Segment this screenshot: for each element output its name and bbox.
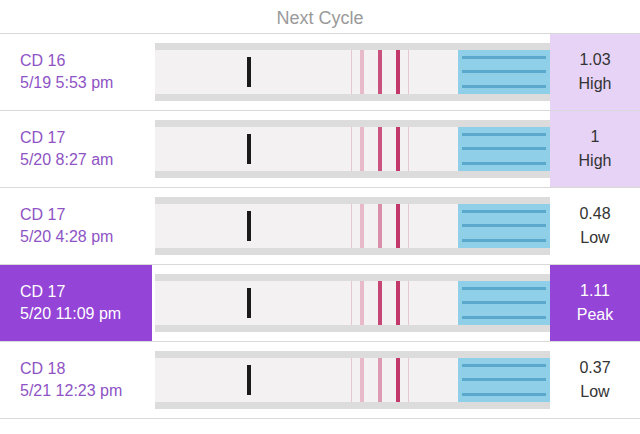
test-row[interactable]: CD 165/19 5:53 pm 1.03High xyxy=(0,34,640,111)
lh-ratio: 1.11 xyxy=(580,279,610,303)
lh-result: Peak xyxy=(577,303,613,327)
test-datetime: 5/19 5:53 pm xyxy=(20,72,152,94)
test-row[interactable]: CD 175/20 8:27 am 1High xyxy=(0,111,640,188)
test-row[interactable]: CD 175/20 11:09 pm 1.11Peak xyxy=(0,265,640,342)
test-datetime: 5/20 11:09 pm xyxy=(20,303,152,325)
lh-test-list: Next CycleCD 165/19 5:53 pm1.03HighCD 17… xyxy=(0,0,640,434)
section-header: Next Cycle xyxy=(0,0,640,34)
date-cell: CD 185/21 12:23 pm xyxy=(0,342,152,418)
test-row[interactable]: CD 175/20 4:28 pm 0.48Low xyxy=(0,188,640,265)
lh-result: High xyxy=(579,72,612,96)
lh-ratio: 0.48 xyxy=(579,202,610,226)
lh-ratio: 1 xyxy=(591,125,600,149)
date-cell: CD 175/20 11:09 pm xyxy=(0,265,152,341)
test-strip-photo xyxy=(155,274,550,332)
result-cell: 0.48Low xyxy=(550,188,640,264)
section-title: Next Cycle xyxy=(276,7,363,29)
test-strip-photo xyxy=(155,351,550,409)
cycle-day: CD 17 xyxy=(20,204,152,226)
lh-result: Low xyxy=(580,226,609,250)
result-cell: 1High xyxy=(550,111,640,187)
test-strip-photo xyxy=(155,197,550,255)
lh-ratio: 1.03 xyxy=(579,48,610,72)
test-datetime: 5/20 4:28 pm xyxy=(20,226,152,248)
date-cell: CD 175/20 8:27 am xyxy=(0,111,152,187)
test-datetime: 5/20 8:27 am xyxy=(20,149,152,171)
result-cell: 1.11Peak xyxy=(550,265,640,341)
test-row[interactable]: CD 185/21 12:23 pm 0.37Low xyxy=(0,342,640,419)
test-datetime: 5/21 12:23 pm xyxy=(20,380,152,402)
result-cell: 1.03High xyxy=(550,34,640,110)
lh-result: Low xyxy=(580,380,609,404)
result-cell: 0.37Low xyxy=(550,342,640,418)
date-cell: CD 175/20 4:28 pm xyxy=(0,188,152,264)
test-strip-photo xyxy=(155,43,550,101)
cycle-day: CD 17 xyxy=(20,127,152,149)
test-strip-photo xyxy=(155,120,550,178)
cycle-day: CD 17 xyxy=(20,281,152,303)
cycle-day: CD 16 xyxy=(20,50,152,72)
date-cell: CD 165/19 5:53 pm xyxy=(0,34,152,110)
lh-ratio: 0.37 xyxy=(579,356,610,380)
lh-result: High xyxy=(579,149,612,173)
cycle-day: CD 18 xyxy=(20,358,152,380)
